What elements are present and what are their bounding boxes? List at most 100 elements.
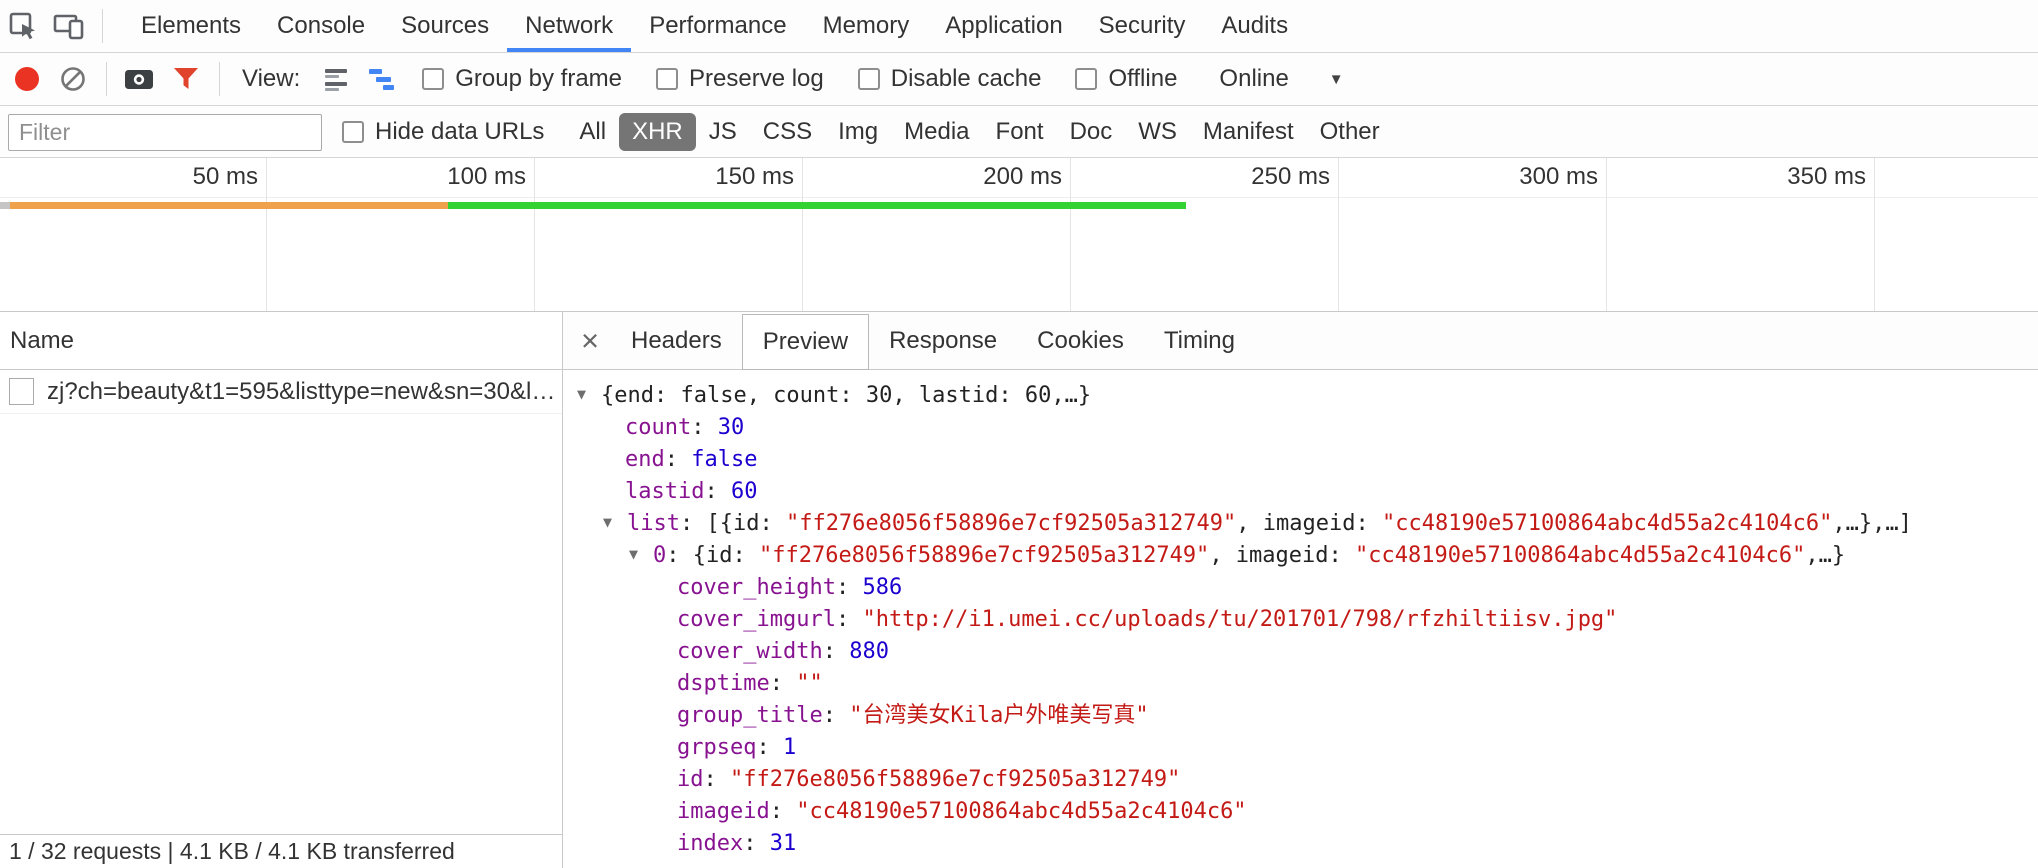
- hide-data-urls-label: Hide data URLs: [375, 118, 544, 146]
- tab-audits[interactable]: Audits: [1203, 0, 1306, 52]
- toolbar-checkbox-preserve-log[interactable]: Preserve log: [656, 65, 824, 93]
- checkbox-offline-box[interactable]: [1075, 68, 1097, 90]
- json-text: :: [770, 671, 797, 696]
- clear-button[interactable]: [50, 53, 96, 105]
- main-tabs: ElementsConsoleSourcesNetworkPerformance…: [123, 0, 1306, 52]
- tab-performance[interactable]: Performance: [631, 0, 804, 52]
- timeline-tick-label: 200 ms: [902, 158, 1062, 196]
- tab-sources[interactable]: Sources: [383, 0, 507, 52]
- json-tree-line: count: 30: [563, 412, 2038, 444]
- detail-tab-timing[interactable]: Timing: [1144, 312, 1255, 370]
- json-text: :: [836, 607, 863, 632]
- detail-tab-headers[interactable]: Headers: [611, 312, 742, 370]
- tab-network[interactable]: Network: [507, 0, 631, 52]
- request-rows: zj?ch=beauty&t1=595&listtype=new&sn=30&l…: [0, 370, 562, 414]
- checkbox-disable-cache-label: Disable cache: [891, 65, 1042, 93]
- filter-pill-xhr[interactable]: XHR: [619, 113, 696, 151]
- filter-pill-ws[interactable]: WS: [1125, 113, 1190, 151]
- json-key: grpseq: [677, 735, 756, 760]
- checkbox-preserve-log-box[interactable]: [656, 68, 678, 90]
- json-text: :: [836, 575, 863, 600]
- inspect-icon: [8, 11, 38, 41]
- detail-tab-preview[interactable]: Preview: [742, 314, 869, 370]
- toolbar-checkbox-offline[interactable]: Offline: [1075, 65, 1177, 93]
- filter-pill-all[interactable]: All: [566, 113, 619, 151]
- dropdown-arrow-icon[interactable]: ▼: [1329, 71, 1344, 88]
- detail-tab-cookies[interactable]: Cookies: [1017, 312, 1144, 370]
- camera-icon: [124, 65, 156, 93]
- json-tree-line: dsptime: "": [563, 668, 2038, 700]
- hide-data-urls-checkbox[interactable]: Hide data URLs: [342, 118, 544, 146]
- json-string: "http://i1.umei.cc/uploads/tu/201701/798…: [862, 607, 1617, 632]
- request-row[interactable]: zj?ch=beauty&t1=595&listtype=new&sn=30&l…: [0, 370, 562, 414]
- json-text: ,…},…]: [1832, 511, 1911, 536]
- json-string: "ff276e8056f58896e7cf92505a312749": [759, 543, 1209, 568]
- json-text: , imageid:: [1236, 511, 1382, 536]
- waterfall-icon: [368, 65, 398, 93]
- timeline-gridline: [1874, 158, 1875, 311]
- record-button[interactable]: [4, 53, 50, 105]
- json-key: cover_height: [677, 575, 836, 600]
- json-text: :: [770, 799, 797, 824]
- json-text: :: [743, 831, 770, 856]
- status-bar: 1 / 32 requests | 4.1 KB / 4.1 KB transf…: [0, 834, 562, 868]
- json-key: cover_width: [677, 639, 823, 664]
- json-string: "cc48190e57100864abc4d55a2c4104c6": [1355, 543, 1805, 568]
- json-key: cover_imgurl: [677, 607, 836, 632]
- json-text: {end: false, count: 30, lastid: 60,…}: [601, 383, 1091, 408]
- json-text: :: [756, 735, 783, 760]
- filter-pill-media[interactable]: Media: [891, 113, 982, 151]
- json-text: : {id:: [666, 543, 759, 568]
- file-icon: [9, 378, 34, 405]
- checkbox-disable-cache-box[interactable]: [858, 68, 880, 90]
- clear-icon: [59, 65, 87, 93]
- filter-input[interactable]: [8, 114, 322, 151]
- show-overview-button[interactable]: [360, 53, 406, 105]
- filter-pill-font[interactable]: Font: [983, 113, 1057, 151]
- json-tree-line: lastid: 60: [563, 476, 2038, 508]
- json-tree-line: id: "ff276e8056f58896e7cf92505a312749": [563, 764, 2038, 796]
- tab-security[interactable]: Security: [1081, 0, 1204, 52]
- overview[interactable]: 50 ms100 ms150 ms200 ms250 ms300 ms350 m…: [0, 158, 2038, 312]
- throttling-select[interactable]: Online: [1219, 65, 1288, 93]
- inspect-element-button[interactable]: [0, 0, 46, 52]
- timeline-tick-label: 150 ms: [634, 158, 794, 196]
- devtools-window: ElementsConsoleSourcesNetworkPerformance…: [0, 0, 2038, 868]
- name-column-header[interactable]: Name: [0, 312, 562, 370]
- json-tree-line: cover_height: 586: [563, 572, 2038, 604]
- filter-pill-other[interactable]: Other: [1307, 113, 1393, 151]
- tab-memory[interactable]: Memory: [805, 0, 928, 52]
- checkbox-group-by-frame-box[interactable]: [422, 68, 444, 90]
- tab-console[interactable]: Console: [259, 0, 383, 52]
- close-icon[interactable]: ×: [569, 312, 611, 370]
- toolbar-checkbox-group-by-frame[interactable]: Group by frame: [422, 65, 622, 93]
- tree-expand-icon[interactable]: ▼: [629, 538, 653, 570]
- timeline-tick-label: 100 ms: [366, 158, 526, 196]
- json-tree-line: ▼0: {id: "ff276e8056f58896e7cf92505a3127…: [563, 540, 2038, 572]
- toolbar-checkboxes: Group by frame Preserve log Disable cache O…: [422, 65, 1211, 93]
- timeline-tick-label: 300 ms: [1438, 158, 1598, 196]
- large-request-rows-button[interactable]: [314, 53, 360, 105]
- json-text: :: [704, 479, 731, 504]
- tab-application[interactable]: Application: [927, 0, 1080, 52]
- hide-data-urls-box[interactable]: [342, 121, 364, 143]
- tree-expand-icon[interactable]: ▼: [577, 378, 601, 410]
- tab-elements[interactable]: Elements: [123, 0, 259, 52]
- filter-pill-js[interactable]: JS: [696, 113, 750, 151]
- json-key: list: [627, 511, 680, 536]
- json-string: "ff276e8056f58896e7cf92505a312749": [730, 767, 1180, 792]
- json-text: :: [823, 703, 850, 728]
- json-tree-line: ▼list: [{id: "ff276e8056f58896e7cf92505a…: [563, 508, 2038, 540]
- json-tree-line: end: false: [563, 444, 2038, 476]
- json-string: "cc48190e57100864abc4d55a2c4104c6": [796, 799, 1246, 824]
- detail-tab-response[interactable]: Response: [869, 312, 1017, 370]
- tree-expand-icon[interactable]: ▼: [603, 506, 627, 538]
- filter-pill-img[interactable]: Img: [825, 113, 891, 151]
- toolbar-checkbox-disable-cache[interactable]: Disable cache: [858, 65, 1042, 93]
- filter-pill-doc[interactable]: Doc: [1057, 113, 1126, 151]
- filter-pill-css[interactable]: CSS: [750, 113, 825, 151]
- filter-pill-manifest[interactable]: Manifest: [1190, 113, 1307, 151]
- screenshot-button[interactable]: [117, 53, 163, 105]
- filter-button[interactable]: [163, 53, 209, 105]
- device-toolbar-button[interactable]: [46, 0, 92, 52]
